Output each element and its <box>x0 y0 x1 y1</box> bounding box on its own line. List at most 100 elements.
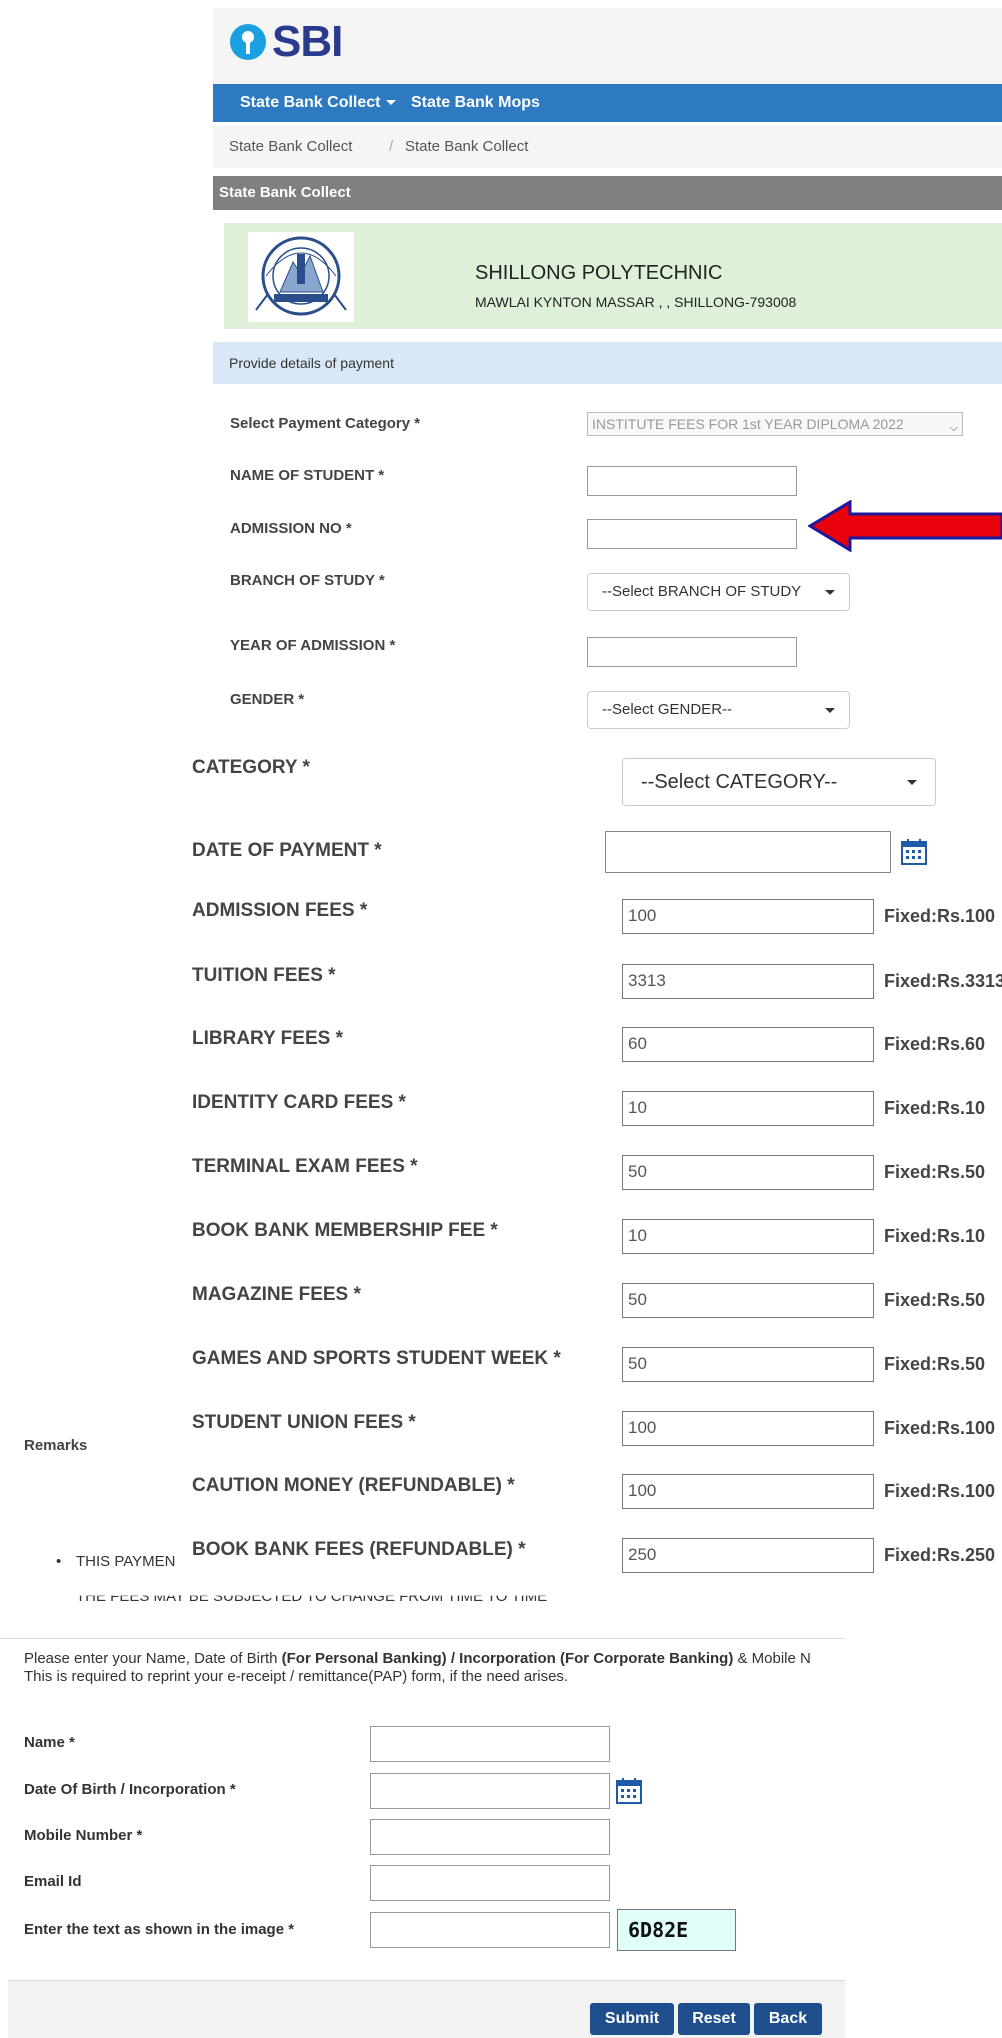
nav-item-label: State Bank Collect <box>240 94 381 111</box>
fee-input[interactable]: 50 <box>622 1155 874 1190</box>
remark-bullet: THE FEES MAY BE SUBJECTED TO CHANGE FROM… <box>76 1596 547 1605</box>
fee-label: GAMES AND SPORTS STUDENT WEEK * <box>192 1348 561 1369</box>
fee-fixed-amount: Fixed:Rs.50 <box>884 1354 986 1374</box>
captcha-image: 6D82E <box>617 1909 736 1951</box>
branch-select[interactable]: --Select BRANCH OF STUDY <box>587 573 850 611</box>
nav-item-label: State Bank Mops <box>411 94 540 111</box>
fee-input[interactable]: 3313 <box>622 964 874 999</box>
caret-down-icon <box>386 100 397 106</box>
fee-fixed-amount: Fixed:Rs.10 <box>884 1098 986 1118</box>
year-of-admission-label: YEAR OF ADMISSION * <box>230 637 396 654</box>
caret-down-icon <box>907 780 917 785</box>
dob-input[interactable] <box>370 1773 610 1809</box>
email-label: Email Id <box>24 1873 82 1890</box>
submit-button[interactable]: Submit <box>590 2003 674 2035</box>
branch-select-value: --Select BRANCH OF STUDY <box>602 583 802 600</box>
dob-label: Date Of Birth / Incorporation * <box>24 1781 236 1798</box>
sbi-keyhole-icon <box>230 24 266 60</box>
caret-down-icon <box>825 590 835 595</box>
fee-label: LIBRARY FEES * <box>192 1028 343 1049</box>
info-line-1: Please enter your Name, Date of Birth (F… <box>24 1650 811 1667</box>
fee-input[interactable]: 100 <box>622 899 874 934</box>
institute-address: MAWLAI KYNTON MASSAR , , SHILLONG-793008 <box>475 294 797 310</box>
student-name-label: NAME OF STUDENT * <box>230 467 385 484</box>
fee-fixed-amount: Fixed:Rs.100 <box>884 906 996 926</box>
institute-emblem-icon <box>248 232 354 322</box>
fee-fixed-amount: Fixed:Rs.50 <box>884 1162 986 1182</box>
breadcrumb: State Bank Collect / State Bank Collect <box>213 126 1002 168</box>
fee-label: IDENTITY CARD FEES * <box>192 1092 406 1113</box>
caret-down-icon <box>825 708 835 713</box>
fee-label: BOOK BANK FEES (REFUNDABLE) * <box>192 1539 526 1560</box>
fee-label: TERMINAL EXAM FEES * <box>192 1156 418 1177</box>
category-label: CATEGORY * <box>192 757 310 778</box>
email-input[interactable] <box>370 1865 610 1901</box>
fee-input[interactable]: 50 <box>622 1347 874 1382</box>
fee-input[interactable]: 50 <box>622 1283 874 1318</box>
gender-select[interactable]: --Select GENDER-- <box>587 691 850 729</box>
fee-label: MAGAZINE FEES * <box>192 1284 361 1305</box>
fee-label: TUITION FEES * <box>192 965 336 986</box>
calendar-icon[interactable] <box>615 1777 643 1805</box>
payment-category-select[interactable]: INSTITUTE FEES FOR 1st YEAR DIPLOMA 2022… <box>587 412 963 436</box>
fee-label: CAUTION MONEY (REFUNDABLE) * <box>192 1475 515 1496</box>
name-input[interactable] <box>370 1726 610 1762</box>
info-text: & Mobile N <box>733 1650 811 1667</box>
breadcrumb-item: State Bank Collect <box>405 138 529 155</box>
payment-category-value: INSTITUTE FEES FOR 1st YEAR DIPLOMA 2022 <box>592 416 904 432</box>
panel-title: State Bank Collect <box>213 176 1002 210</box>
fee-fixed-amount: Fixed:Rs.250 <box>884 1545 996 1565</box>
nav-state-bank-mops[interactable]: State Bank Mops <box>411 84 540 122</box>
fee-fixed-amount: Fixed:Rs.3313 <box>884 971 1002 991</box>
back-button[interactable]: Back <box>754 2003 822 2035</box>
fee-input[interactable]: 100 <box>622 1474 874 1509</box>
captcha-input[interactable] <box>370 1912 610 1948</box>
info-bold-text: (For Personal Banking) / Incorporation (… <box>281 1650 734 1667</box>
date-of-payment-label: DATE OF PAYMENT * <box>192 840 382 861</box>
fee-input[interactable]: 60 <box>622 1027 874 1062</box>
fee-input[interactable]: 100 <box>622 1411 874 1446</box>
category-select-value: --Select CATEGORY-- <box>641 771 838 793</box>
nav-state-bank-collect[interactable]: State Bank Collect <box>240 84 397 122</box>
info-line-2: This is required to reprint your e-recei… <box>24 1668 569 1685</box>
gender-select-value: --Select GENDER-- <box>602 701 733 718</box>
gender-label: GENDER * <box>230 691 305 708</box>
logo-text: SBI <box>272 17 343 66</box>
provide-details-bar: Provide details of payment <box>213 342 1002 384</box>
info-text: Please enter your Name, Date of Birth <box>24 1650 282 1667</box>
fee-fixed-amount: Fixed:Rs.100 <box>884 1418 996 1438</box>
remark-bullet: THIS PAYMEN <box>56 1553 176 1570</box>
fee-input[interactable]: 10 <box>622 1091 874 1126</box>
calendar-icon[interactable] <box>900 838 928 866</box>
fee-label: STUDENT UNION FEES * <box>192 1412 416 1433</box>
sbi-logo[interactable]: SBI <box>230 17 343 66</box>
admission-no-label: ADMISSION NO * <box>230 520 352 537</box>
name-label: Name * <box>24 1734 75 1751</box>
mobile-input[interactable] <box>370 1819 610 1855</box>
date-of-payment-input[interactable] <box>605 831 891 873</box>
breadcrumb-item[interactable]: State Bank Collect <box>229 126 352 168</box>
payment-category-label: Select Payment Category * <box>230 415 421 432</box>
fee-label: ADMISSION FEES * <box>192 900 368 921</box>
captcha-label: Enter the text as shown in the image * <box>24 1921 295 1938</box>
fee-fixed-amount: Fixed:Rs.50 <box>884 1290 986 1310</box>
fee-input[interactable]: 250 <box>622 1538 874 1573</box>
fee-input[interactable]: 10 <box>622 1219 874 1254</box>
student-name-input[interactable] <box>587 466 797 496</box>
fee-fixed-amount: Fixed:Rs.60 <box>884 1034 986 1054</box>
red-arrow-annotation <box>808 500 1002 552</box>
year-of-admission-input[interactable] <box>587 637 797 667</box>
fee-label: BOOK BANK MEMBERSHIP FEE * <box>192 1220 498 1241</box>
category-select[interactable]: --Select CATEGORY-- <box>622 758 936 806</box>
institute-name: SHILLONG POLYTECHNIC <box>475 262 723 284</box>
admission-no-input[interactable] <box>587 519 797 549</box>
fee-fixed-amount: Fixed:Rs.100 <box>884 1481 996 1501</box>
branch-label: BRANCH OF STUDY * <box>230 572 385 589</box>
reset-button[interactable]: Reset <box>678 2003 750 2035</box>
remarks-label: Remarks <box>24 1437 88 1454</box>
provide-details-text: Provide details of payment <box>229 355 394 371</box>
nav-bar: State Bank Collect State Bank Mops <box>213 84 1002 122</box>
fee-fixed-amount: Fixed:Rs.10 <box>884 1226 986 1246</box>
mobile-label: Mobile Number * <box>24 1827 143 1844</box>
chevron-down-icon: ⌵ <box>949 422 958 434</box>
